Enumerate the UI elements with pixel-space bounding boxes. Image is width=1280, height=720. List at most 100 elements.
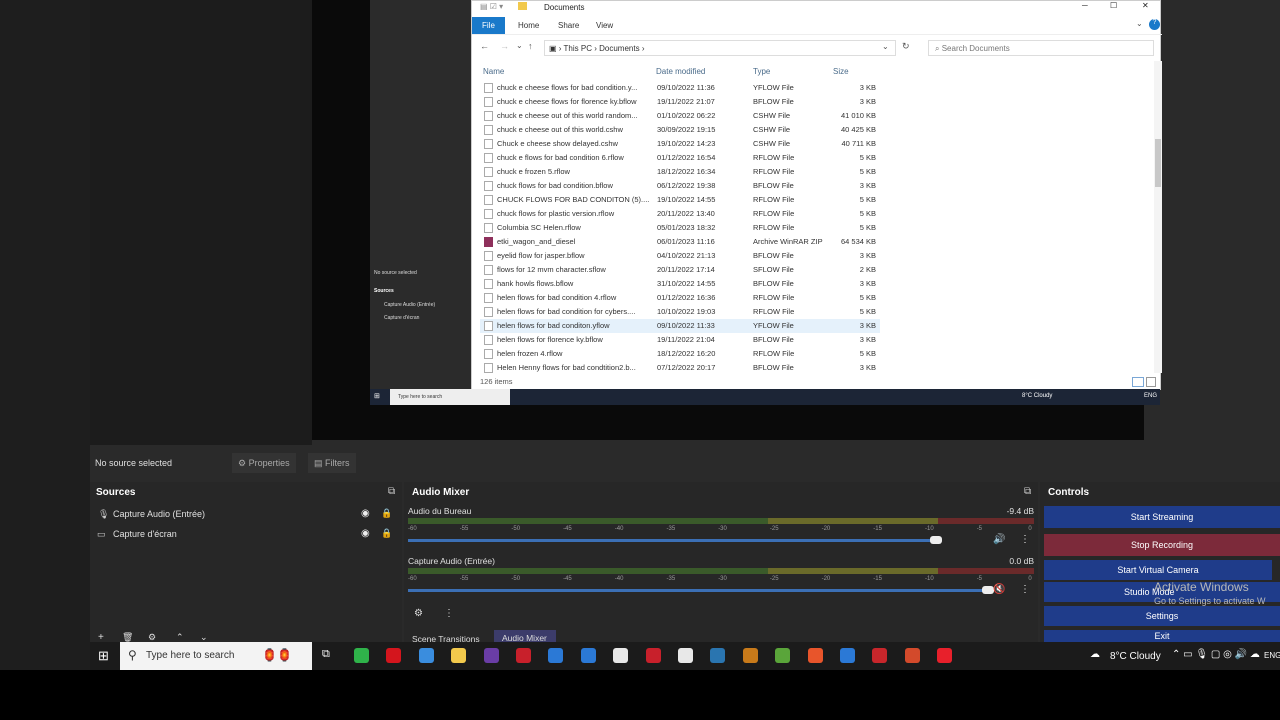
properties-button[interactable]: ⚙ Properties — [232, 453, 296, 473]
notepad-icon[interactable] — [678, 648, 693, 663]
steam-red-icon[interactable] — [516, 648, 531, 663]
advanced-audio-icon[interactable]: ⚙ — [414, 608, 423, 619]
back-arrow-icon[interactable]: ← — [480, 41, 489, 51]
column-name[interactable]: Name — [483, 67, 504, 76]
circle-app-icon[interactable] — [840, 648, 855, 663]
file-row[interactable]: helen flows for bad condition for cybers… — [480, 305, 880, 319]
app-icon[interactable] — [742, 648, 758, 663]
file-row[interactable]: helen frozen 4.rflow 18/12/2022 16:20 RFLO… — [480, 347, 880, 361]
stop-recording-button[interactable]: Stop Recording — [1044, 534, 1280, 556]
file-row[interactable]: hank howls flows.bflow 31/10/2022 14:55 BF… — [480, 277, 880, 291]
tab-file[interactable]: File — [472, 17, 505, 34]
store-icon[interactable] — [418, 648, 434, 663]
menu-dots-icon[interactable]: ⋮ — [444, 608, 454, 619]
file-row[interactable]: chuck e cheese flows for bad condition.y… — [480, 81, 880, 95]
file-row[interactable]: chuck flows for plastic version.rflow 20/… — [480, 207, 880, 221]
eye-icon[interactable]: ◉ — [361, 508, 370, 519]
column-type[interactable]: Type — [753, 67, 770, 76]
tab-home[interactable]: Home — [512, 19, 545, 32]
settings-icon[interactable] — [580, 648, 596, 663]
lock-icon[interactable]: 🔒 — [381, 508, 392, 519]
app-icon[interactable] — [613, 648, 629, 663]
file-row[interactable]: CHUCK FLOWS FOR BAD CONDITON (5).... 19/1… — [480, 193, 880, 207]
start-streaming-button[interactable]: Start Streaming — [1044, 506, 1280, 528]
breadcrumb-documents[interactable]: Documents — [599, 44, 639, 53]
ccleaner-icon[interactable] — [807, 648, 823, 663]
volume-slider-handle[interactable] — [930, 536, 942, 544]
taskbar-search[interactable]: ⚲ Type here to search 🏮🏮 — [120, 642, 312, 670]
file-row[interactable]: Helen Henny flows for bad condtition2.b.… — [480, 361, 880, 375]
file-row[interactable]: helen flows for florence ky.bflow 19/11/2… — [480, 333, 880, 347]
details-view-icon[interactable] — [1132, 377, 1144, 387]
file-row[interactable]: eyelid flow for jasper.bflow 04/10/2022 2… — [480, 249, 880, 263]
opera-icon[interactable] — [386, 648, 402, 663]
file-row[interactable]: chuck e cheese out of this world random.… — [480, 109, 880, 123]
file-row[interactable]: helen flows for bad conditon.yflow 09/10/… — [480, 319, 880, 333]
forward-arrow-icon[interactable]: → — [500, 41, 509, 51]
minecraft-icon[interactable] — [775, 648, 791, 663]
lock-icon[interactable]: 🔒 — [381, 528, 392, 539]
obs-icon[interactable] — [483, 648, 499, 663]
search-icon: ⌕ — [935, 44, 942, 53]
help-icon[interactable]: ? — [1149, 19, 1160, 30]
source-item[interactable]: ▭ Capture d'écran ◉ 🔒 — [96, 528, 396, 544]
volume-slider[interactable] — [408, 539, 936, 542]
source-item[interactable]: 🎙 Capture Audio (Entrée) ◉ 🔒 — [96, 508, 396, 524]
tab-audio-mixer[interactable]: Audio Mixer — [494, 630, 556, 643]
winrar-icon[interactable] — [872, 648, 888, 663]
speaker-icon[interactable]: 🔊 — [993, 534, 1005, 545]
minimize-button[interactable]: ─ — [1082, 1, 1088, 10]
start-virtual-camera-button[interactable]: Start Virtual Camera — [1044, 560, 1272, 580]
mute-icon[interactable]: 🔇 — [993, 584, 1005, 595]
recent-dropdown-icon[interactable]: ⌄ — [516, 41, 523, 50]
file-row[interactable]: Columbia SC Helen.rflow 05/01/2023 18:32 R… — [480, 221, 880, 235]
file-row[interactable]: chuck flows for bad condition.bflow 06/12… — [480, 179, 880, 193]
filters-button[interactable]: ▤ Filters — [308, 453, 356, 473]
chevron-down-icon[interactable]: ⌄ — [1136, 19, 1143, 28]
tab-share[interactable]: Share — [552, 19, 585, 32]
file-row[interactable]: chuck e cheese out of this world.cshw 30/… — [480, 123, 880, 137]
tab-view[interactable]: View — [590, 19, 619, 32]
uplay-icon[interactable] — [354, 648, 369, 663]
eye-icon[interactable]: ◉ — [361, 528, 370, 539]
file-row[interactable]: etki_wagon_and_diesel 06/01/2023 11:16 Arc… — [480, 235, 880, 249]
search-input[interactable]: ⌕ Search Documents — [928, 40, 1154, 56]
menu-dots-icon[interactable]: ⋮ — [1020, 584, 1030, 595]
chrome-icon[interactable] — [904, 648, 920, 663]
task-view-icon[interactable]: ⧉ — [322, 648, 330, 661]
breadcrumb-this-pc[interactable]: This PC — [564, 44, 592, 53]
refresh-icon[interactable]: ↻ — [902, 41, 910, 52]
address-dropdown-icon[interactable]: ⌄ — [882, 42, 889, 51]
volume-slider[interactable] — [408, 589, 988, 592]
undock-icon[interactable]: ⧉ — [388, 486, 395, 497]
file-row[interactable]: chuck e flows for bad condition 6.rflow 0… — [480, 151, 880, 165]
defender-icon[interactable] — [548, 648, 564, 663]
address-bar[interactable]: ▣ › This PC › Documents › — [544, 40, 896, 56]
weather-text[interactable]: 8°C Cloudy — [1110, 651, 1161, 662]
pdf-icon[interactable] — [937, 648, 953, 663]
settings-button[interactable]: Settings — [1044, 606, 1280, 626]
quick-access-icon[interactable]: ▤ ☑ ▾ — [480, 2, 503, 11]
file-explorer-icon[interactable] — [451, 648, 467, 663]
file-row[interactable]: helen flows for bad condition 4.rflow 01/… — [480, 291, 880, 305]
language-indicator[interactable]: ENG — [1264, 651, 1280, 660]
undock-icon[interactable]: ⧉ — [1024, 486, 1031, 497]
scrollbar[interactable] — [1154, 61, 1162, 373]
file-row[interactable]: Chuck e cheese show delayed.cshw 19/10/20… — [480, 137, 880, 151]
exit-button[interactable]: Exit — [1044, 630, 1280, 642]
file-row[interactable]: chuck e frozen 5.rflow 18/12/2022 16:34 RF… — [480, 165, 880, 179]
roblox-icon[interactable] — [645, 648, 661, 663]
windows-start-icon[interactable]: ⊞ — [98, 648, 109, 664]
column-date[interactable]: Date modified — [656, 67, 705, 76]
file-row[interactable]: flows for 12 mvm character.sflow 20/11/20… — [480, 263, 880, 277]
file-row[interactable]: chuck e cheese flows for florence ky.bfl… — [480, 95, 880, 109]
scrollbar-thumb[interactable] — [1155, 139, 1161, 187]
maximize-button[interactable]: ☐ — [1110, 1, 1117, 10]
tiles-view-icon[interactable] — [1146, 377, 1156, 387]
menu-dots-icon[interactable]: ⋮ — [1020, 534, 1030, 545]
up-arrow-icon[interactable]: ↑ — [528, 41, 533, 51]
steam-icon[interactable] — [710, 648, 726, 663]
close-button[interactable]: ✕ — [1142, 1, 1149, 10]
tray-icons[interactable]: ⌃ ▭ 🎙 ▢ ◎ 🔊 ☁ — [1172, 649, 1260, 660]
column-size[interactable]: Size — [833, 67, 849, 76]
